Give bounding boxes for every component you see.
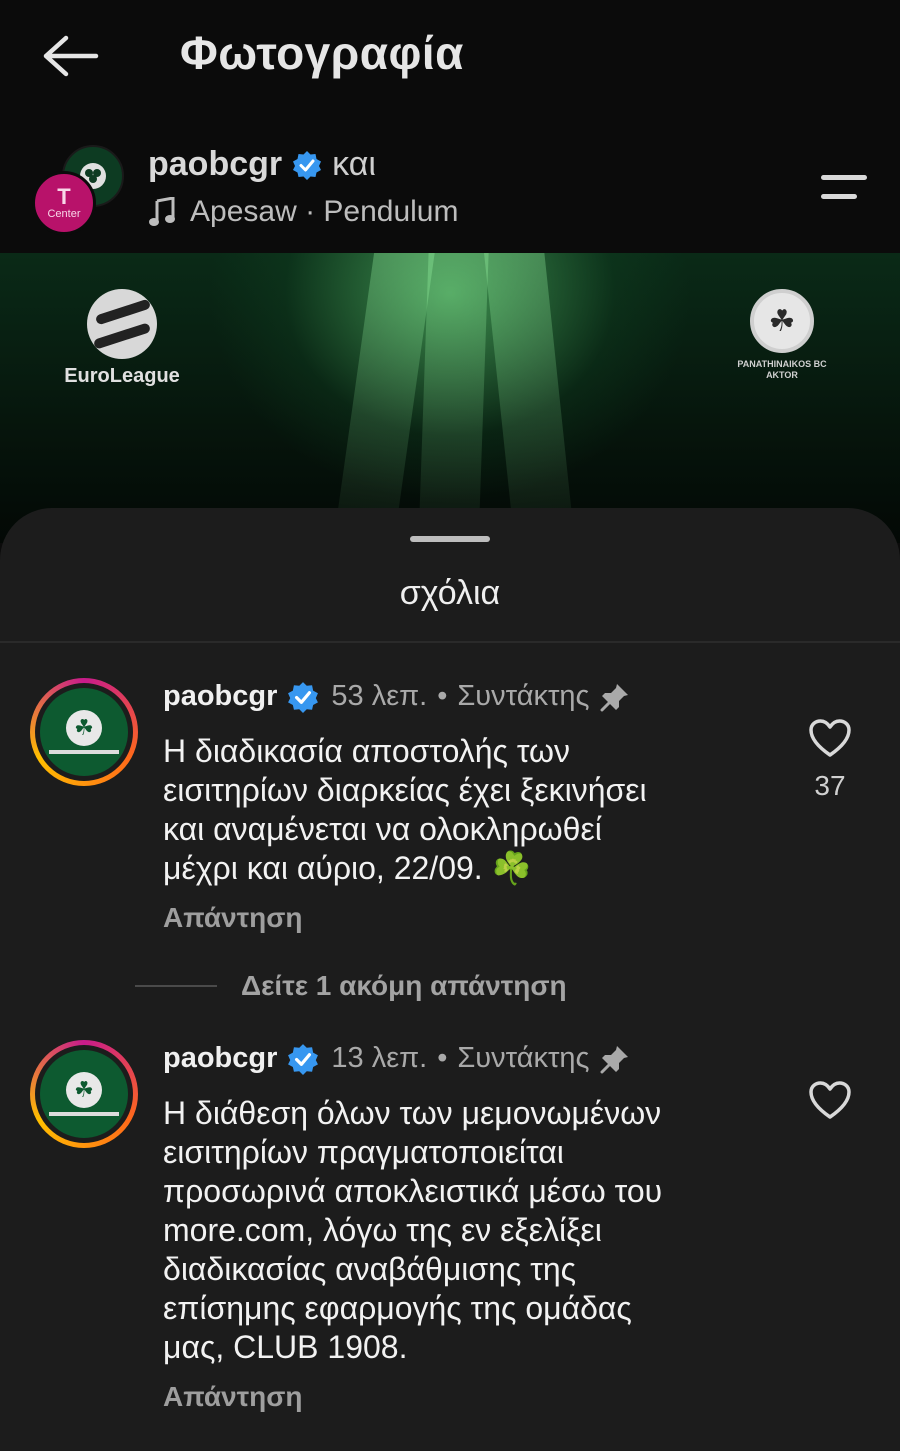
heart-icon [809, 719, 851, 757]
comment-meta: paobcgr 13 λεπ. • Συντάκτης [163, 1042, 630, 1075]
light-beam [417, 253, 490, 543]
comment-avatar[interactable]: ☘ [30, 1040, 138, 1148]
comment-meta: paobcgr 53 λεπ. • Συντάκτης [163, 680, 630, 713]
view-more-replies-label: Δείτε 1 ακόμη απάντηση [241, 970, 567, 1001]
comment-time: 53 λεπ. [331, 680, 428, 712]
reply-thread-line [135, 985, 217, 987]
comment-username[interactable]: paobcgr [163, 1042, 277, 1075]
avatar-ring-inner: ☘ [35, 1045, 133, 1143]
post-header: T Center paobcgr και Apesaw · Pendulum [0, 115, 900, 253]
like-count: 37 [814, 770, 846, 801]
heart-icon [809, 1081, 851, 1119]
page-title: Φωτογραφία [180, 27, 464, 79]
post-author-line: paobcgr και [148, 145, 376, 184]
panathinaikos-logo-text: PANATHINAIKOS BC AKTOR [737, 359, 826, 381]
post-image[interactable]: EuroLeague ☘ PANATHINAIKOS BC AKTOR [0, 253, 900, 543]
avatar-logo-text: Center [47, 208, 81, 220]
panathinaikos-avatar-logo: ☘ [40, 688, 128, 776]
pin-icon [600, 1045, 628, 1073]
logo-text-bar [49, 750, 119, 754]
shamrock-crest-icon: ☘ [750, 289, 814, 353]
panathinaikos-logo-line2: AKTOR [766, 370, 798, 380]
euroleague-logo-text: EuroLeague [64, 365, 180, 387]
comments-sheet: σχόλια ☘ paobcgr 53 λεπ. • Συντάκτης Η δ… [0, 508, 900, 1451]
back-button[interactable] [38, 30, 102, 82]
pin-icon [600, 683, 628, 711]
avatar-logo-letter: T [57, 184, 71, 209]
divider [0, 641, 900, 643]
comment-role: Συντάκτης [457, 1042, 590, 1074]
music-track-text: Apesaw · Pendulum [190, 195, 459, 228]
menu-icon [821, 175, 867, 180]
comment-text: Η διαδικασία αποστολής των εισιτηρίων δι… [163, 733, 647, 886]
panathinaikos-logo-line1: PANATHINAIKOS BC [737, 359, 827, 369]
menu-icon-line [821, 194, 857, 199]
comment-avatar[interactable]: ☘ [30, 678, 138, 786]
reply-button[interactable]: Απάντηση [163, 1381, 303, 1413]
euroleague-logo: EuroLeague [62, 289, 182, 388]
comments-title: σχόλια [399, 574, 501, 612]
meta-separator: • [437, 680, 448, 712]
post-author-username[interactable]: paobcgr [148, 145, 282, 184]
logo-text-bar [49, 1112, 119, 1116]
collab-conjunction[interactable]: και [332, 145, 376, 184]
meta-separator: • [437, 1042, 448, 1074]
comment-role: Συντάκτης [457, 680, 590, 712]
reply-button[interactable]: Απάντηση [163, 902, 303, 934]
verified-badge-icon [288, 681, 319, 713]
comment-time: 13 λεπ. [331, 1042, 428, 1074]
music-note-icon [149, 197, 175, 226]
avatar-ring-inner: ☘ [35, 683, 133, 781]
music-info[interactable]: Apesaw · Pendulum [148, 195, 458, 229]
panathinaikos-logo: ☘ PANATHINAIKOS BC AKTOR [722, 289, 842, 381]
light-beam [480, 253, 578, 543]
euroleague-ball-icon [87, 289, 157, 359]
arrow-left-icon [43, 35, 99, 77]
comment-text: Η διάθεση όλων των μεμονωμένων εισιτηρίω… [163, 1095, 663, 1365]
panathinaikos-avatar-logo: ☘ [40, 1050, 128, 1138]
like-button[interactable] [808, 1080, 852, 1120]
avatar-collaborator[interactable]: T Center [32, 171, 96, 235]
verified-badge-icon [288, 1043, 319, 1075]
comment-username[interactable]: paobcgr [163, 680, 277, 713]
verified-badge-icon [293, 150, 322, 180]
top-bar: Φωτογραφία [0, 0, 900, 115]
menu-button[interactable] [815, 167, 873, 203]
sheet-drag-handle[interactable] [410, 536, 490, 542]
shamrock-icon: ☘ [66, 710, 102, 746]
like-button[interactable] [808, 718, 852, 758]
view-more-replies-button[interactable]: Δείτε 1 ακόμη απάντηση [135, 970, 567, 1002]
shamrock-icon: ☘ [66, 1072, 102, 1108]
